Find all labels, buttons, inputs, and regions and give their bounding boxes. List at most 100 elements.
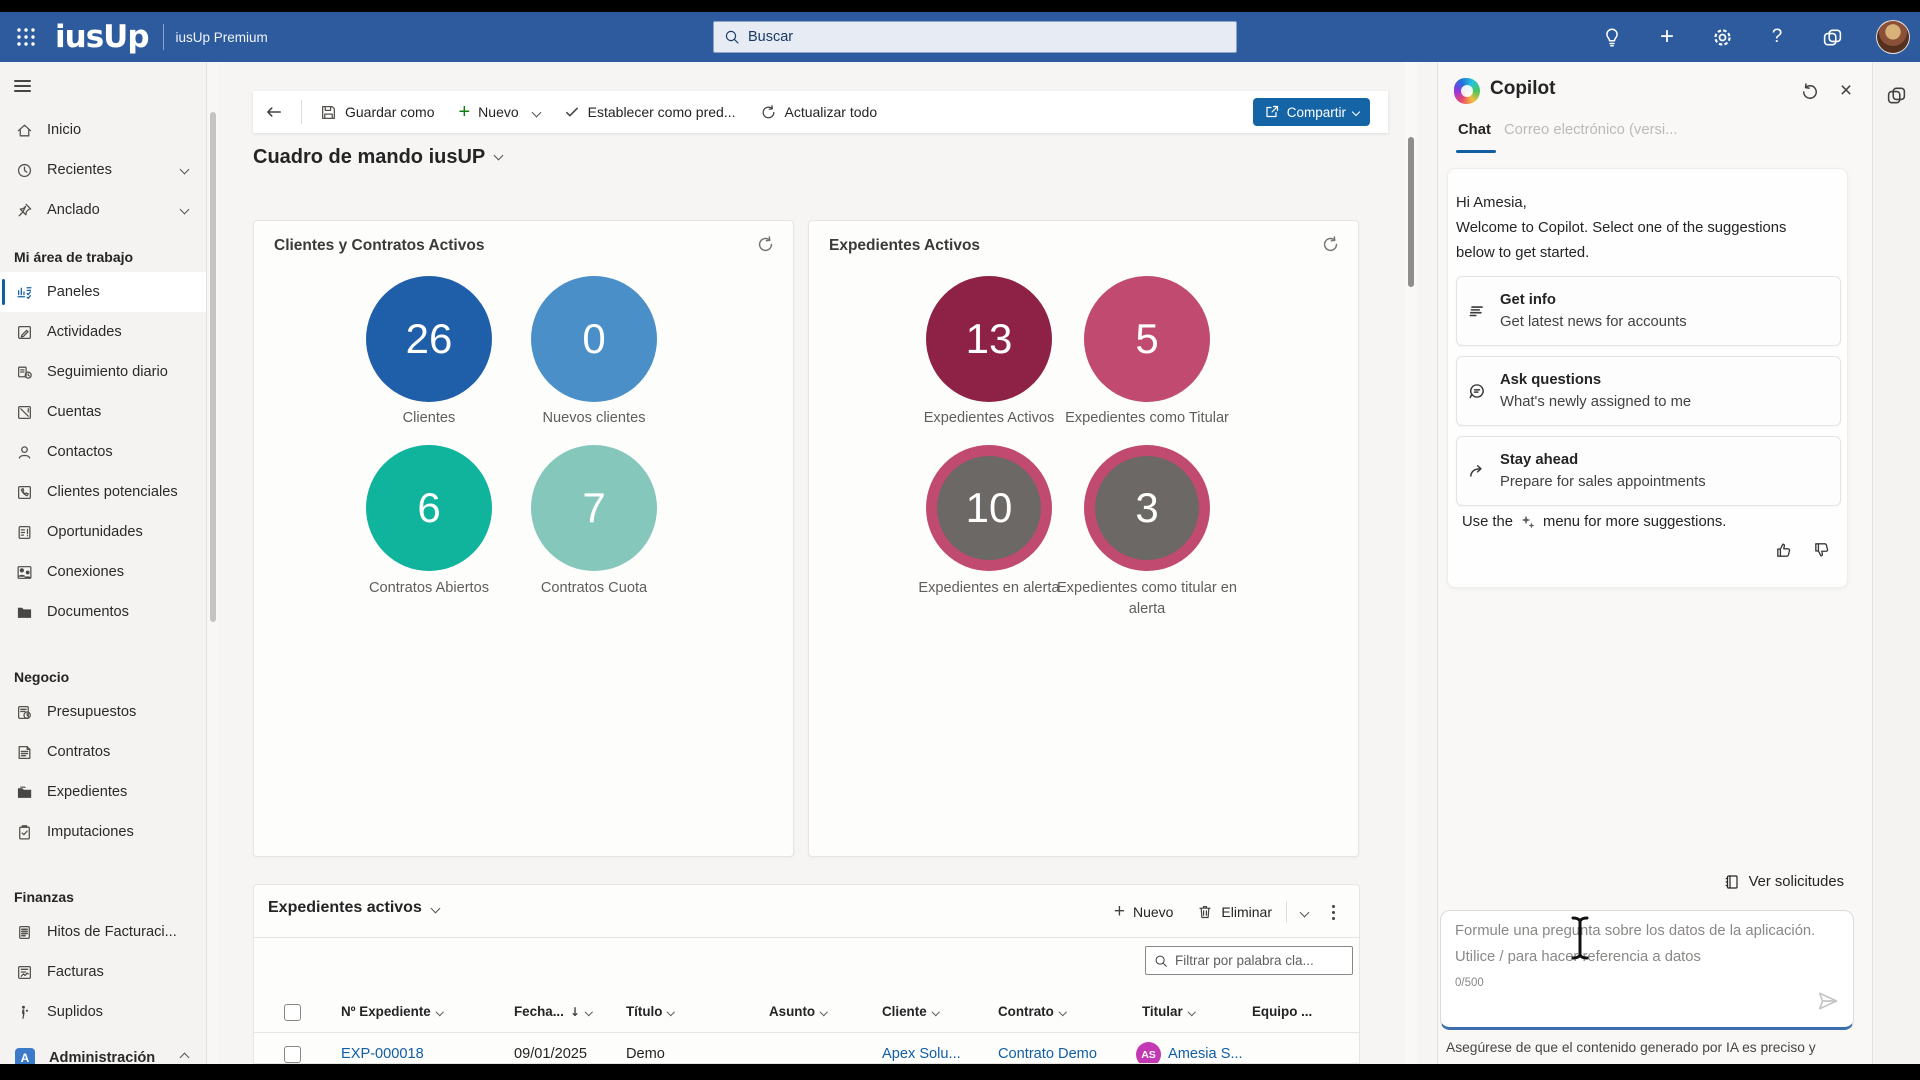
kpi-circle-expedientes-alerta[interactable]: 10 (926, 445, 1052, 571)
brand-logo[interactable]: iusUp (55, 19, 149, 55)
share-button[interactable]: Compartir (1253, 98, 1370, 126)
column-header-contrato[interactable]: Contrato (998, 1004, 1065, 1019)
refresh-icon[interactable] (1321, 235, 1340, 259)
back-button[interactable] (253, 91, 295, 133)
search-input[interactable] (748, 29, 1188, 45)
sidebar-scrollbar[interactable] (207, 62, 219, 1064)
sidebar-item-presupuestos[interactable]: Presupuestos (0, 692, 206, 732)
column-header-expediente[interactable]: Nº Expediente (341, 1004, 442, 1019)
tab-correo-electronico[interactable]: Correo electrónico (versi... (1504, 122, 1678, 138)
sidebar-scrollbar-thumb[interactable] (210, 112, 216, 622)
cell-expediente-link[interactable]: EXP-000018 (341, 1046, 424, 1062)
column-header-fecha[interactable]: Fecha...↓ (514, 1004, 591, 1019)
chevron-down-icon (180, 205, 190, 215)
copilot-input[interactable]: Formule una pregunta sobre los datos de … (1440, 910, 1854, 1030)
sidebar-item-recientes[interactable]: Recientes (0, 150, 206, 190)
column-header-cliente[interactable]: Cliente (882, 1004, 938, 1019)
main-scrollbar[interactable] (1405, 62, 1417, 1064)
thumbs-up-icon[interactable] (1775, 541, 1793, 559)
suggestion-ask-questions[interactable]: Ask questions What's newly assigned to m… (1456, 356, 1841, 426)
kpi-circle-contratos-abiertos[interactable]: 6 (366, 445, 492, 571)
sidebar-item-imputaciones[interactable]: Imputaciones (0, 812, 206, 852)
sidebar-item-expedientes[interactable]: Expedientes (0, 772, 206, 812)
copilot-toggle-icon[interactable] (1821, 26, 1843, 48)
help-icon[interactable]: ? (1766, 26, 1788, 48)
sidebar-item-cuentas[interactable]: Cuentas (0, 392, 206, 432)
grid-filter[interactable] (1145, 946, 1353, 975)
copilot-refresh-icon[interactable] (1800, 82, 1820, 102)
gear-icon[interactable] (1711, 26, 1733, 48)
dashboard-title[interactable]: Cuadro de mando iusUP (253, 146, 502, 169)
sidebar-item-anclado[interactable]: Anclado (0, 190, 206, 230)
chevron-down-icon (430, 903, 440, 913)
sidebar-item-label: Documentos (47, 604, 129, 620)
column-header-titulo[interactable]: Título (626, 1004, 674, 1019)
grid-delete-button[interactable]: Eliminar (1187, 898, 1282, 926)
kpi-circle-clientes[interactable]: 26 (366, 276, 492, 402)
grid-new-button[interactable]: + Nuevo (1104, 895, 1184, 929)
tab-chat[interactable]: Chat (1458, 122, 1491, 138)
select-all-checkbox[interactable] (284, 1004, 301, 1021)
kpi-circle-contratos-cuota[interactable]: 7 (531, 445, 657, 571)
chevron-down-icon (180, 165, 190, 175)
quick-create-plus-icon[interactable]: + (1656, 26, 1678, 48)
suggestion-subtitle: Get latest news for accounts (1500, 311, 1687, 333)
sidebar-item-contratos[interactable]: Contratos (0, 732, 206, 772)
refresh-icon[interactable] (756, 235, 775, 259)
sidebar-item-hitos-facturacion[interactable]: Hitos de Facturaci... (0, 912, 206, 952)
sidebar-section-mi-area: Mi área de trabajo (0, 242, 206, 272)
grid-more-chevron[interactable] (1291, 903, 1318, 922)
new-button[interactable]: + Nuevo (446, 91, 551, 133)
set-default-button[interactable]: Establecer como pred... (552, 91, 748, 133)
user-avatar[interactable] (1876, 20, 1910, 54)
sidebar-item-conexiones[interactable]: Conexiones (0, 552, 206, 592)
sidebar-item-actividades[interactable]: Actividades (0, 312, 206, 352)
row-checkbox[interactable] (284, 1046, 301, 1063)
column-header-asunto[interactable]: Asunto (769, 1004, 827, 1019)
grid-title[interactable]: Expedientes activos (268, 899, 439, 917)
sidebar-item-suplidos[interactable]: Suplidos (0, 992, 206, 1032)
sidebar-item-paneles[interactable]: Paneles (0, 272, 206, 312)
accounts-icon (15, 403, 33, 421)
sidebar-item-inicio[interactable]: Inicio (0, 110, 206, 150)
suggestion-get-info[interactable]: Get info Get latest news for accounts (1456, 276, 1841, 346)
milestone-doc-icon (15, 923, 33, 941)
search-icon (724, 29, 740, 45)
kpi-circle-expedientes-activos[interactable]: 13 (926, 276, 1052, 402)
sidebar-item-label: Recientes (47, 162, 112, 178)
sidebar-item-documentos[interactable]: Documentos (0, 592, 206, 632)
thumbs-down-icon[interactable] (1813, 541, 1831, 559)
app-launcher-waffle-icon[interactable] (9, 20, 43, 54)
column-header-equipo[interactable]: Equipo ... (1252, 1004, 1312, 1019)
grid-filter-input[interactable] (1175, 953, 1335, 968)
kpi-circle-expedientes-titular[interactable]: 5 (1084, 276, 1210, 402)
table-row[interactable]: EXP-000018 09/01/2025 Demo Apex Solu... … (254, 1032, 1360, 1064)
global-search[interactable] (713, 21, 1237, 53)
collapse-sitemap-button[interactable] (0, 62, 206, 110)
search-icon (1154, 954, 1168, 968)
rail-copilot-icon[interactable] (1882, 80, 1912, 110)
refresh-all-button[interactable]: Actualizar todo (748, 91, 890, 133)
suggestion-stay-ahead[interactable]: Stay ahead Prepare for sales appointment… (1456, 436, 1841, 506)
sidebar-item-contactos[interactable]: Contactos (0, 432, 206, 472)
sidebar-item-facturas[interactable]: Facturas (0, 952, 206, 992)
save-as-button[interactable]: Guardar como (308, 91, 446, 133)
send-icon[interactable] (1817, 990, 1839, 1017)
grid-overflow-menu[interactable] (1322, 901, 1345, 924)
lightbulb-icon[interactable] (1601, 26, 1623, 48)
invoice-icon (15, 963, 33, 981)
kpi-circle-nuevos-clientes[interactable]: 0 (531, 276, 657, 402)
kpi-circle-titular-alerta[interactable]: 3 (1084, 445, 1210, 571)
sidebar-item-oportunidades[interactable]: Oportunidades (0, 512, 206, 552)
main-scrollbar-thumb[interactable] (1408, 137, 1414, 287)
cell-titular-link[interactable]: Amesia S... (1168, 1046, 1243, 1062)
cell-cliente-link[interactable]: Apex Solu... (882, 1046, 961, 1062)
kpi-label: Expedientes como Titular (1042, 408, 1252, 429)
copilot-close-icon[interactable]: × (1836, 82, 1856, 102)
view-requests-button[interactable]: Ver solicitudes (1724, 874, 1844, 890)
cell-contrato-link[interactable]: Contrato Demo (998, 1046, 1097, 1062)
sidebar-item-seguimiento-diario[interactable]: Seguimiento diario (0, 352, 206, 392)
column-header-titular[interactable]: Titular (1142, 1004, 1194, 1019)
area-switcher-administracion[interactable]: A Administración (0, 1038, 206, 1064)
sidebar-item-clientes-potenciales[interactable]: Clientes potenciales (0, 472, 206, 512)
